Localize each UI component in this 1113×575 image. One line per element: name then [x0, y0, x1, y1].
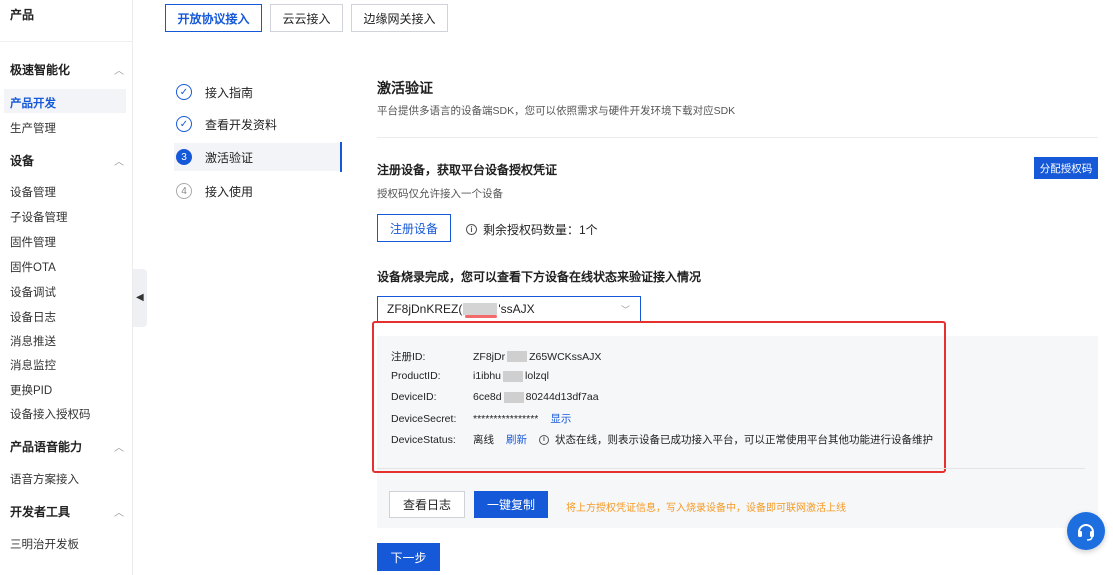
step-label: 接入指南 — [205, 85, 254, 100]
chevron-up-icon[interactable]: ︿ — [114, 439, 124, 454]
sidebar-group-speed[interactable]: 极速智能化 — [10, 61, 70, 78]
sidebar-item-device-log[interactable]: 设备日志 — [10, 309, 56, 325]
sidebar: 产品 极速智能化 ︿ 产品开发 生产管理 设备 ︿ 设备管理 子设备管理 固件管… — [0, 0, 133, 575]
step-number-icon: 3 — [176, 149, 192, 165]
next-step-button[interactable]: 下一步 — [377, 543, 440, 571]
sidebar-item-message-monitor[interactable]: 消息监控 — [10, 357, 56, 373]
tab-cloud-cloud[interactable]: 云云接入 — [270, 4, 343, 32]
sidebar-item-sandwich-board[interactable]: 三明治开发板 — [10, 536, 79, 552]
sidebar-divider — [0, 41, 132, 42]
burn-section-title: 设备烧录完成，您可以查看下方设备在线状态来验证接入情况 — [377, 270, 702, 284]
customer-service-button[interactable] — [1067, 512, 1105, 550]
sidebar-item-subdevice-mgmt[interactable]: 子设备管理 — [10, 209, 68, 225]
remaining-label: 剩余授权码数量：1个 — [483, 223, 598, 237]
divider — [377, 137, 1098, 138]
panel-divider — [377, 468, 1085, 469]
chevron-up-icon[interactable]: ︿ — [114, 62, 124, 77]
headset-icon — [1078, 524, 1094, 541]
sidebar-group-device[interactable]: 设备 — [10, 152, 34, 169]
remaining-auth-codes: i 剩余授权码数量：1个 — [466, 221, 598, 238]
info-icon: i — [466, 224, 477, 235]
page-subtitle: 平台提供多语言的设备端SDK，您可以依照需求与硬件开发环境下载对应SDK — [377, 105, 736, 117]
sidebar-item-message-push[interactable]: 消息推送 — [10, 333, 56, 349]
step-usage[interactable]: 4 接入使用 — [174, 177, 342, 205]
sidebar-item-firmware-ota[interactable]: 固件OTA — [10, 259, 56, 275]
sidebar-item-production[interactable]: 生产管理 — [10, 120, 56, 136]
step-number-icon: 4 — [176, 183, 192, 199]
sidebar-item-firmware-mgmt[interactable]: 固件管理 — [10, 234, 56, 250]
sidebar-collapse-toggle[interactable]: ◀ — [133, 269, 147, 327]
device-select[interactable]: ZF8jDnKREZ( 'ssAJX ﹀ — [377, 296, 641, 322]
check-circle-icon: ✓ — [176, 116, 192, 132]
tab-open-protocol[interactable]: 开放协议接入 — [165, 4, 262, 32]
step-activation[interactable]: 3 激活验证 — [174, 143, 342, 171]
red-underline-mark — [465, 315, 497, 318]
view-log-button[interactable]: 查看日志 — [389, 491, 465, 518]
chevron-down-icon: ﹀ — [620, 305, 630, 315]
select-value-prefix: ZF8jDnKREZ( — [387, 302, 463, 316]
select-value-suffix: 'ssAJX — [498, 302, 535, 316]
check-circle-icon: ✓ — [176, 84, 192, 100]
register-section-title: 注册设备，获取平台设备授权凭证 — [377, 163, 558, 177]
sidebar-item-product-dev[interactable]: 产品开发 — [10, 95, 56, 111]
copy-instruction-note: 将上方授权凭证信息，写入烧录设备中，设备即可联网激活上线 — [566, 503, 846, 514]
register-note: 授权码仅允许接入一个设备 — [377, 188, 503, 200]
sidebar-group-voice[interactable]: 产品语音能力 — [10, 438, 82, 455]
sidebar-item-device-debug[interactable]: 设备调试 — [10, 284, 56, 300]
sidebar-item-voice-access[interactable]: 语音方案接入 — [10, 471, 79, 487]
chevron-up-icon[interactable]: ︿ — [114, 504, 124, 519]
redacted-mask — [463, 303, 498, 315]
step-label: 查看开发资料 — [205, 117, 278, 132]
tab-edge-gateway[interactable]: 边缘网关接入 — [351, 4, 448, 32]
page-title: 激活验证 — [377, 80, 433, 96]
caret-left-icon: ◀ — [136, 292, 144, 303]
assign-auth-code-button[interactable]: 分配授权码 — [1034, 157, 1098, 179]
sidebar-item-change-pid[interactable]: 更换PID — [10, 382, 52, 398]
sidebar-item-auth-code[interactable]: 设备接入授权码 — [10, 406, 91, 422]
highlight-box — [372, 321, 946, 473]
step-active-indicator — [340, 142, 342, 172]
sidebar-item-device-mgmt[interactable]: 设备管理 — [10, 184, 56, 200]
sidebar-group-devtools[interactable]: 开发者工具 — [10, 503, 70, 520]
register-device-button[interactable]: 注册设备 — [377, 214, 451, 242]
sidebar-header: 产品 — [10, 8, 35, 22]
chevron-up-icon[interactable]: ︿ — [114, 153, 124, 168]
step-guide[interactable]: ✓ 接入指南 — [174, 78, 342, 106]
step-label: 接入使用 — [205, 184, 254, 199]
step-label: 激活验证 — [205, 150, 254, 165]
copy-all-button[interactable]: 一键复制 — [474, 491, 548, 518]
step-dev-docs[interactable]: ✓ 查看开发资料 — [174, 110, 342, 138]
